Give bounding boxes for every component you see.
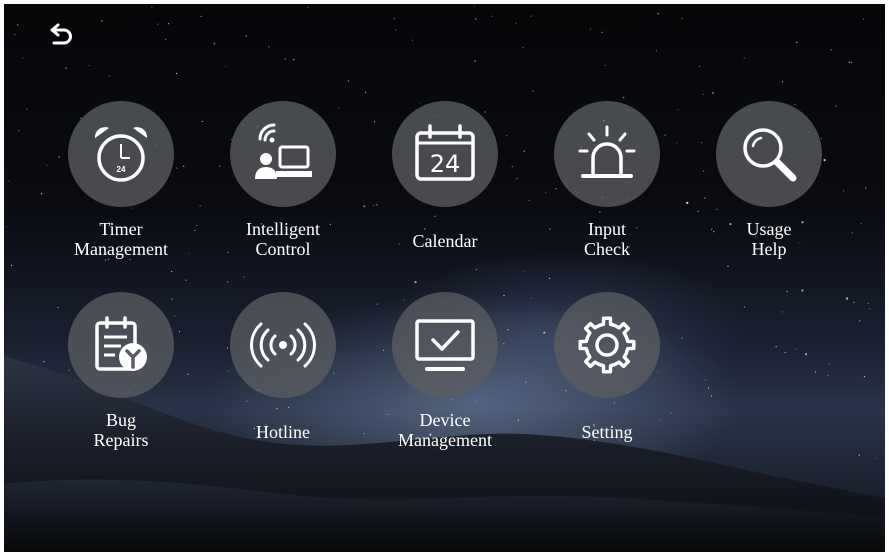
tile-device-management[interactable]: Device Management [380, 292, 510, 467]
timer-badge-text: 24 [117, 165, 126, 174]
tile-bug-repairs[interactable]: Bug Repairs [56, 292, 186, 467]
tile-setting[interactable]: Setting [542, 292, 672, 467]
gear-icon [576, 314, 638, 376]
repair-clipboard-icon [89, 313, 153, 377]
tile-label: Setting [581, 422, 633, 442]
magnifier-icon [737, 122, 801, 186]
tile-icon-circle: 24 [392, 101, 498, 207]
calendar-badge-text: 24 [430, 150, 461, 178]
tile-icon-circle [230, 101, 336, 207]
tile-label: Hotline [256, 422, 310, 442]
tile-timer-management[interactable]: 24 Timer Management [56, 101, 186, 276]
tile-icon-circle [230, 292, 336, 398]
gear-outline [578, 316, 636, 374]
tile-icon-circle [392, 292, 498, 398]
tile-label: Usage Help [746, 219, 792, 259]
broadcast-signal-icon [250, 320, 316, 370]
tile-icon-circle [716, 101, 822, 207]
tile-label: Intelligent Control [246, 219, 320, 259]
alarm-clock-icon: 24 [89, 122, 153, 186]
tile-icon-circle [554, 292, 660, 398]
back-button[interactable] [44, 16, 80, 52]
launcher-screen: 24 Timer Management Intelligent Control … [4, 4, 885, 552]
tile-label: Input Check [584, 219, 630, 259]
calendar-icon: 24 [412, 123, 478, 185]
tile-usage-help[interactable]: Usage Help [704, 101, 834, 276]
tile-label: Calendar [412, 231, 478, 251]
alarm-siren-icon [575, 124, 639, 184]
tile-label: Bug Repairs [93, 410, 149, 450]
tile-calendar[interactable]: 24 Calendar [380, 101, 510, 276]
tile-intelligent-control[interactable]: Intelligent Control [218, 101, 348, 276]
tile-icon-circle [68, 292, 174, 398]
mountain-landscape-background [4, 356, 885, 552]
tile-hotline[interactable]: Hotline [218, 292, 348, 467]
monitor-check-icon [411, 315, 479, 375]
tile-input-check[interactable]: Input Check [542, 101, 672, 276]
remote-computer-icon [250, 121, 316, 187]
tile-label: Timer Management [74, 219, 168, 259]
back-arrow-icon [49, 22, 75, 46]
tile-label: Device Management [398, 410, 492, 450]
tile-icon-circle: 24 [68, 101, 174, 207]
tile-icon-circle [554, 101, 660, 207]
